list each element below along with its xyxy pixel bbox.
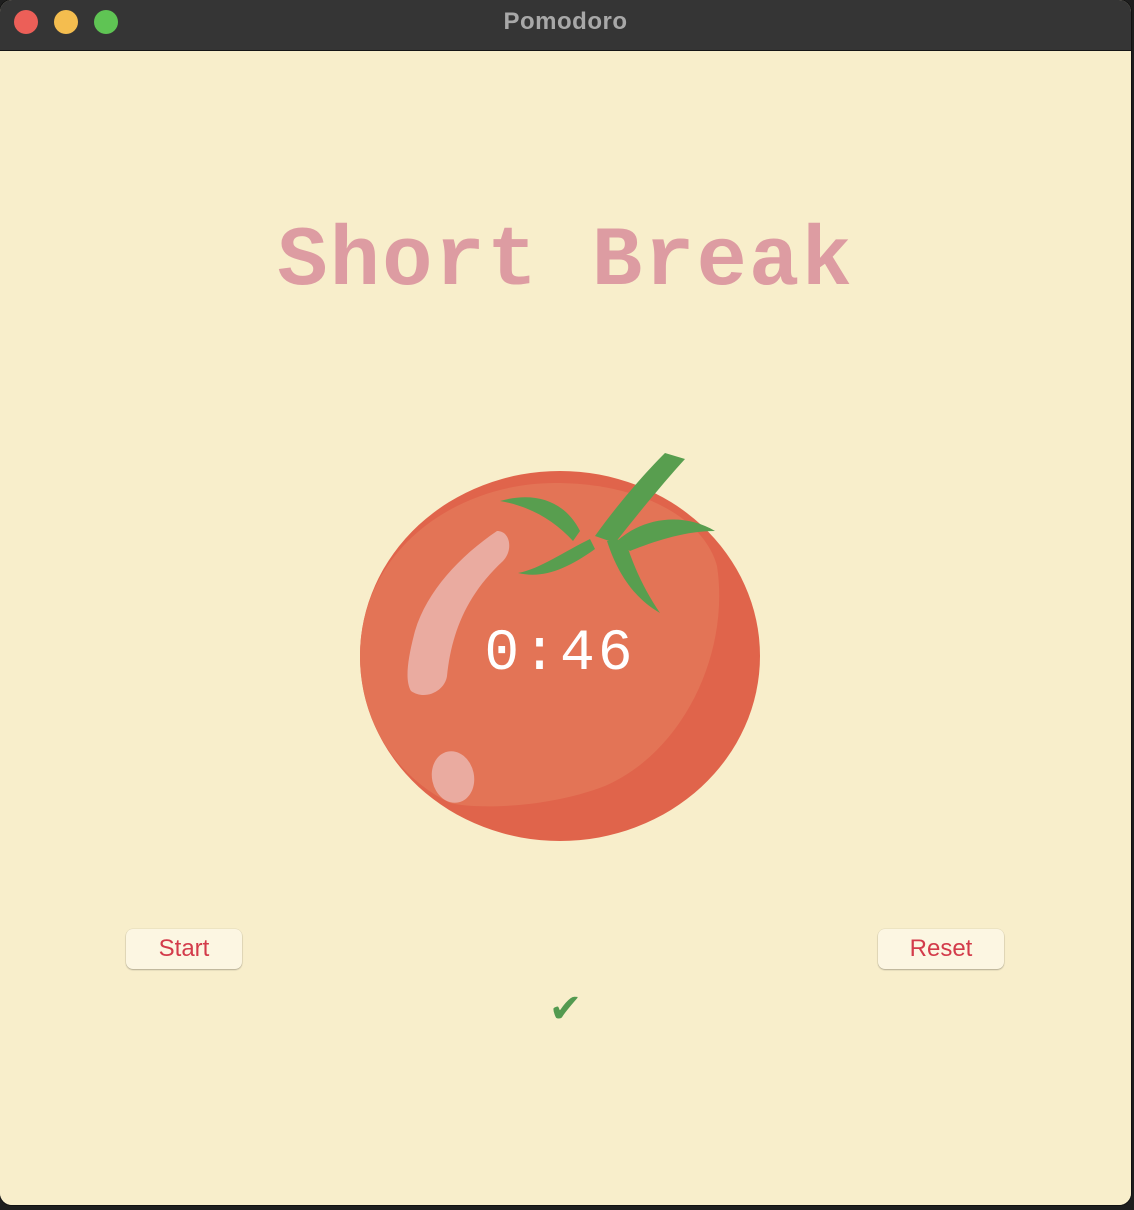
timer-display: 0:46	[484, 622, 636, 687]
title-bar: Pomodoro	[0, 0, 1131, 51]
main-content: Short Break 0:46 Start Reset ✔	[0, 51, 1131, 1205]
app-window: Pomodoro Short Break 0:46 Start Reset ✔	[0, 0, 1131, 1205]
reset-button[interactable]: Reset	[878, 929, 1004, 969]
window-title: Pomodoro	[503, 8, 628, 35]
check-icon: ✔	[548, 986, 583, 1032]
tomato-icon	[360, 453, 760, 841]
mode-heading: Short Break	[277, 215, 854, 310]
start-button[interactable]: Start	[126, 929, 242, 969]
